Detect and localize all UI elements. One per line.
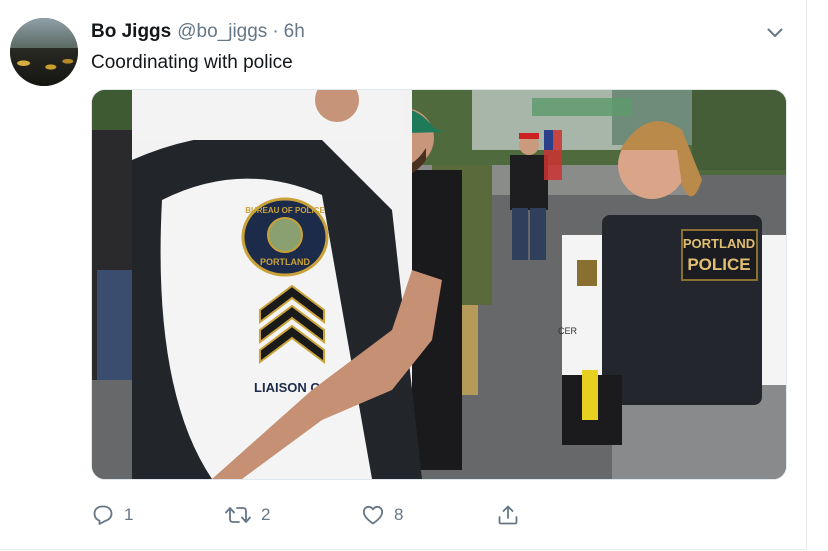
reply-button[interactable]: 1 — [91, 500, 133, 530]
tweet-header: Bo Jiggs @bo_jiggs · 6h — [91, 21, 305, 45]
avatar-sky — [10, 18, 78, 48]
timestamp[interactable]: 6h — [284, 21, 305, 43]
vest-label-line-2: POLICE — [687, 255, 750, 274]
reply-icon — [91, 503, 115, 527]
like-count: 8 — [394, 505, 404, 524]
tweet-card[interactable]: Bo Jiggs @bo_jiggs · 6h Coordinating wit… — [0, 0, 807, 550]
share-button[interactable] — [496, 500, 520, 530]
separator-dot: · — [272, 21, 279, 42]
avatar-crowd — [10, 48, 78, 86]
retweet-button[interactable]: 2 — [224, 500, 270, 530]
reply-count: 1 — [124, 505, 134, 524]
share-icon — [496, 503, 520, 527]
retweet-count: 2 — [261, 505, 271, 524]
vest-label-line-1: PORTLAND — [683, 236, 755, 251]
heart-icon — [361, 503, 385, 527]
patch-bottom-text: PORTLAND — [260, 257, 310, 267]
author-name[interactable]: Bo Jiggs — [91, 21, 171, 43]
like-button[interactable]: 8 — [361, 500, 403, 530]
patch-top-text: BUREAU OF POLICE — [245, 206, 325, 215]
tweet-text: Coordinating with police — [91, 52, 293, 73]
avatar[interactable] — [10, 18, 78, 86]
chevron-down-icon[interactable] — [764, 22, 786, 44]
retweet-icon — [224, 503, 252, 527]
author-handle[interactable]: @bo_jiggs — [177, 21, 267, 43]
vest-side-label: CER — [558, 326, 578, 336]
tweet-photo[interactable]: PORTLAND POLICE CER BUREAU OF POLICE POR… — [91, 89, 787, 480]
